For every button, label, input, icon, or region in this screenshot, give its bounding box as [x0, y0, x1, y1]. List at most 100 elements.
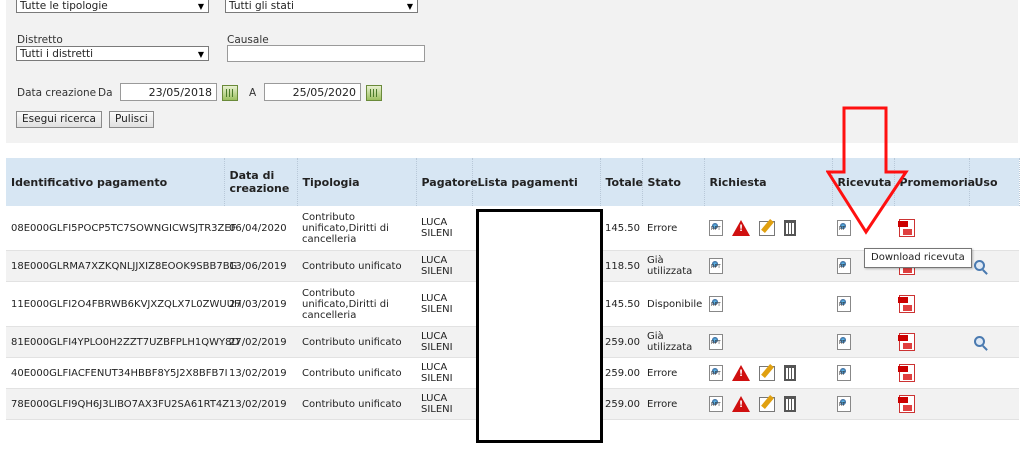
payment-type: Contributo unificato — [297, 326, 416, 358]
total: 259.00 — [600, 388, 642, 420]
trash-icon[interactable] — [784, 220, 796, 236]
payment-type: Contributo unificato,Diritti di cancelle… — [297, 206, 416, 251]
causale-input[interactable] — [227, 45, 425, 62]
reminder-cell — [894, 388, 969, 420]
warning-icon[interactable] — [732, 396, 750, 412]
rpt-document-icon[interactable]: RPT — [709, 220, 723, 236]
edit-icon[interactable] — [759, 220, 775, 236]
icon-caption: RT — [839, 302, 846, 308]
receipt-cell: RT — [832, 357, 894, 389]
clear-button[interactable]: Pulisci — [109, 111, 154, 128]
rpt-document-icon[interactable]: RPT — [709, 334, 723, 350]
payer: LUCA SILENI — [416, 281, 472, 327]
payment-type: Contributo unificato,Diritti di cancelle… — [297, 281, 416, 327]
reminder-cell — [894, 357, 969, 389]
rpt-document-icon[interactable]: RPT — [709, 296, 723, 312]
total: 145.50 — [600, 206, 642, 251]
rt-receipt-icon[interactable]: RT — [837, 334, 851, 350]
rpt-document-icon[interactable]: RPT — [709, 365, 723, 381]
use-cell — [969, 388, 1019, 420]
stato-select[interactable]: Tutti gli stati ▼ — [225, 0, 418, 13]
pdf-icon[interactable] — [898, 364, 915, 382]
total: 259.00 — [600, 326, 642, 358]
request-actions: RPT — [704, 206, 832, 251]
a-date-input[interactable]: 25/05/2020 — [264, 83, 361, 101]
calendar-icon[interactable] — [366, 85, 382, 101]
col-totale[interactable]: Totale — [600, 158, 643, 206]
request-actions: RPT — [704, 250, 832, 282]
request-actions: RPT — [704, 388, 832, 420]
chevron-down-icon: ▼ — [197, 50, 204, 59]
payer: LUCA SILENI — [416, 326, 472, 358]
payment-type: Contributo unificato — [297, 388, 416, 420]
status: Errore — [642, 206, 704, 251]
payment-type: Contributo unificato — [297, 250, 416, 282]
icon-caption: RPT — [711, 264, 721, 270]
edit-icon[interactable] — [759, 365, 775, 381]
col-uso: Uso — [969, 158, 1020, 206]
col-tipologia[interactable]: Tipologia — [297, 158, 417, 206]
col-pagatore[interactable]: Pagatore — [416, 158, 478, 206]
rpt-document-icon[interactable]: RPT — [709, 396, 723, 412]
col-identificativo[interactable]: Identificativo pagamento — [6, 158, 225, 206]
rt-receipt-icon[interactable]: RT — [837, 296, 851, 312]
icon-caption: RPT — [711, 402, 721, 408]
payment-id: 18E000GLRMA7XZKQNLJJXIZ8EOOK9SBB7BG — [6, 250, 237, 282]
creation-date: 13/06/2019 — [224, 250, 297, 282]
distretto-label: Distretto — [17, 34, 63, 46]
creation-date: 06/04/2020 — [224, 206, 297, 251]
col-stato[interactable]: Stato — [642, 158, 705, 206]
receipt-cell: RT — [832, 388, 894, 420]
use-cell — [969, 206, 1019, 251]
status: Disponibile — [642, 281, 704, 327]
payment-id: 08E000GLFI5POCP5TC7SOWNGICWSJTR3ZEF — [6, 206, 236, 251]
da-date-input[interactable]: 23/05/2018 — [120, 83, 217, 101]
magnifier-icon[interactable] — [974, 336, 985, 348]
reminder-cell — [894, 326, 969, 358]
creation-date: 27/03/2019 — [224, 281, 297, 327]
chevron-down-icon: ▼ — [406, 2, 413, 11]
chevron-down-icon: ▼ — [197, 2, 204, 11]
data-creazione-label: Data creazione — [17, 87, 97, 99]
trash-icon[interactable] — [784, 396, 796, 412]
payment-id: 78E000GLFI9QH6J3LIBO7AX3FU2SA61RT4Z — [6, 388, 229, 420]
magnifier-icon[interactable] — [974, 260, 985, 272]
trash-icon[interactable] — [784, 365, 796, 381]
search-button[interactable]: Esegui ricerca — [16, 111, 102, 128]
use-cell — [969, 326, 1019, 358]
da-label: Da — [98, 87, 113, 99]
icon-caption: RT — [839, 371, 846, 377]
warning-icon[interactable] — [732, 220, 750, 236]
edit-icon[interactable] — [759, 396, 775, 412]
total: 259.00 — [600, 357, 642, 389]
calendar-icon[interactable] — [222, 85, 238, 101]
warning-icon[interactable] — [732, 365, 750, 381]
icon-caption: RT — [839, 340, 846, 346]
icon-caption: RPT — [711, 371, 721, 377]
col-data[interactable]: Data di creazione — [224, 158, 298, 206]
total: 118.50 — [600, 250, 642, 282]
creation-date: 13/02/2019 — [224, 388, 297, 420]
col-lista[interactable]: Lista pagamenti — [472, 158, 601, 206]
rt-receipt-icon[interactable]: RT — [837, 396, 851, 412]
tipologia-select[interactable]: Tutte le tipologie ▼ — [16, 0, 209, 13]
use-cell — [969, 357, 1019, 389]
pdf-icon[interactable] — [898, 395, 915, 413]
redaction-box — [476, 209, 603, 443]
a-label: A — [249, 87, 257, 99]
col-richiesta: Richiesta — [704, 158, 833, 206]
pdf-icon[interactable] — [898, 333, 915, 351]
payer: LUCA SILENI — [416, 357, 472, 389]
distretto-select[interactable]: Tutti i distretti ▼ — [16, 46, 209, 61]
rt-receipt-icon[interactable]: RT — [837, 365, 851, 381]
request-actions: RPT — [704, 281, 832, 327]
payment-id: 11E000GLFI2O4FBRWB6KVJXZQLX7L0ZWUUH — [6, 281, 242, 327]
total: 145.50 — [600, 281, 642, 327]
icon-caption: RPT — [711, 302, 721, 308]
pdf-icon[interactable] — [898, 295, 915, 313]
request-actions: RPT — [704, 357, 832, 389]
rpt-document-icon[interactable]: RPT — [709, 258, 723, 274]
payment-id: 40E000GLFIACFENUT34HBBF8Y5J2X8BFB7I — [6, 357, 228, 389]
reminder-cell — [894, 281, 969, 327]
rt-receipt-icon[interactable]: RT — [837, 258, 851, 274]
